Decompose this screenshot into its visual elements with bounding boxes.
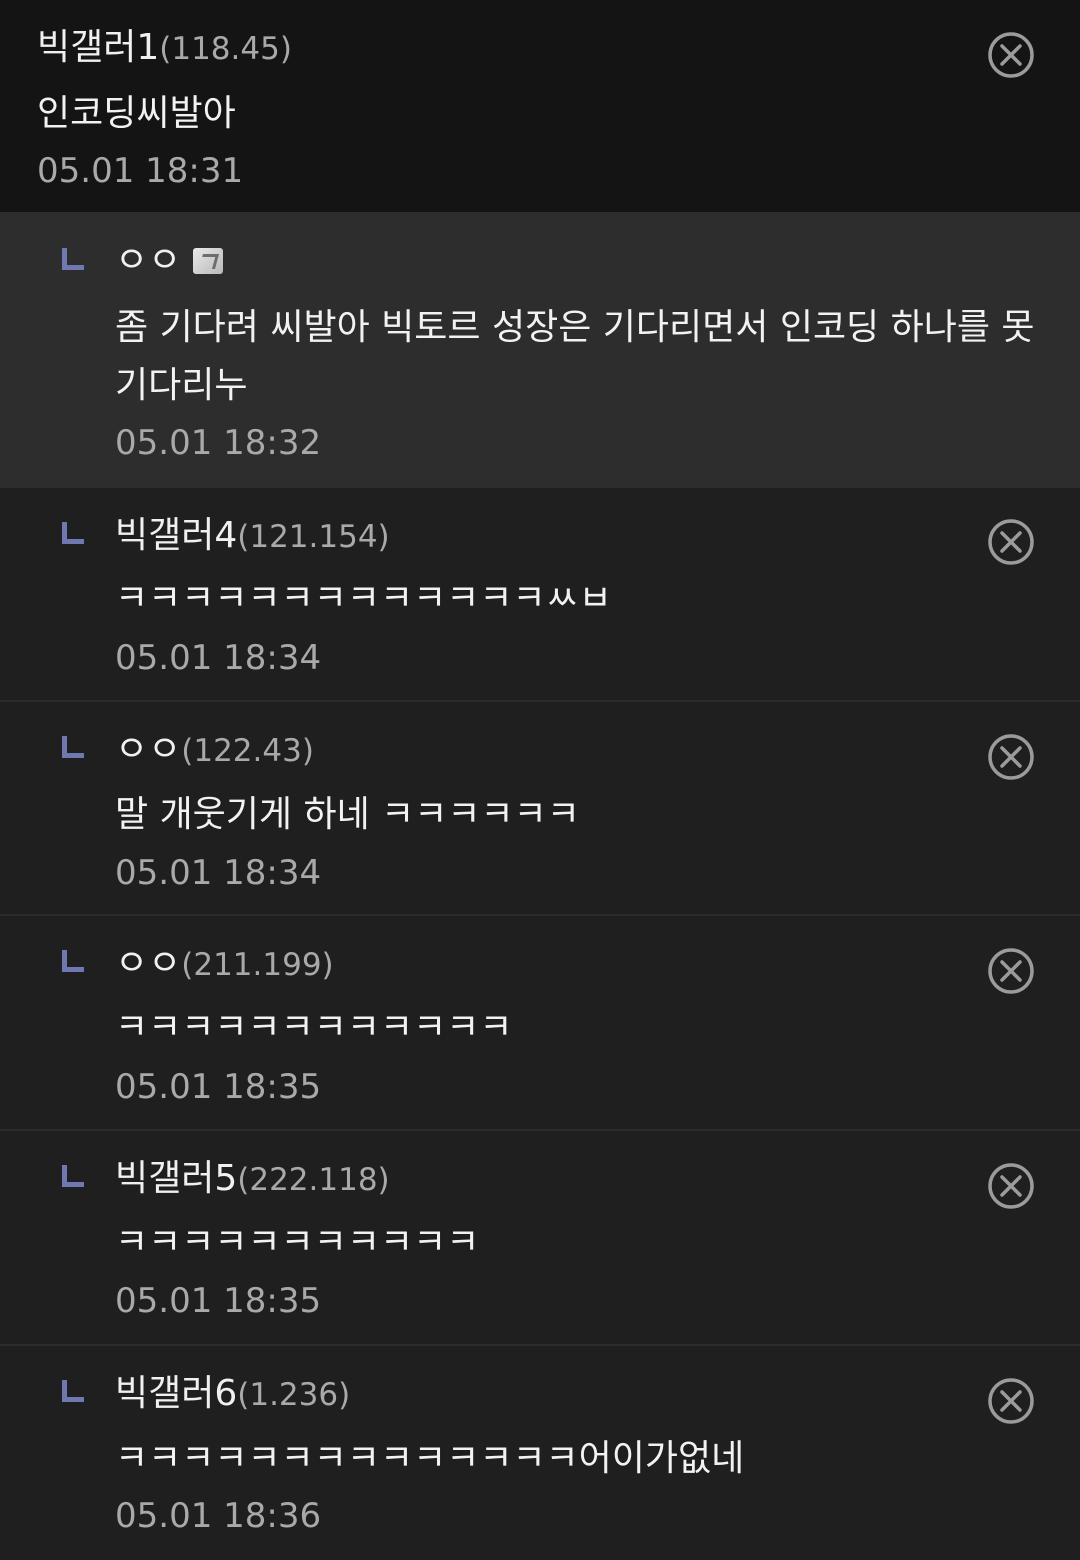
reply-arrow-icon (62, 950, 84, 972)
comment-author[interactable]: 빅갤러6(1.236) (115, 1372, 350, 1417)
comment-author[interactable]: 빅갤러1(118.45) (37, 26, 292, 71)
close-circle-icon (988, 948, 1034, 994)
delete-button[interactable] (987, 31, 1035, 79)
comment-author[interactable]: ㅇㅇ (115, 239, 224, 283)
author-ip: (118.45) (159, 31, 292, 67)
gallery-badge-icon (193, 248, 224, 274)
comment-item: 빅갤러1(118.45) 인코딩씨발아 05.01 18:31 (0, 0, 1080, 212)
reply-arrow-icon (62, 1380, 84, 1402)
author-nickname: 빅갤러4 (115, 515, 238, 556)
author-nickname: ㅇㅇ (115, 943, 182, 984)
comment-timestamp: 05.01 18:32 (115, 423, 322, 463)
comment-item: 빅갤러6(1.236) ㅋㅋㅋㅋㅋㅋㅋㅋㅋㅋㅋㅋㅋㅋ어이가없네 05.01 18… (0, 1346, 1080, 1560)
comment-text: 인코딩씨발아 (37, 93, 236, 134)
delete-button[interactable] (987, 518, 1035, 566)
comment-thread: 빅갤러1(118.45) 인코딩씨발아 05.01 18:31 ㅇㅇ 좀 기다려… (0, 0, 1080, 1560)
reply-arrow-icon (62, 522, 84, 544)
comment-text: ㅋㅋㅋㅋㅋㅋㅋㅋㅋㅋㅋㅋㅋㅋ어이가없네 (115, 1438, 745, 1479)
close-circle-icon (988, 32, 1034, 78)
close-circle-icon (988, 1163, 1034, 1209)
author-ip: (1.236) (237, 1377, 351, 1413)
close-circle-icon (988, 1378, 1034, 1424)
comment-timestamp: 05.01 18:35 (115, 1067, 322, 1107)
comment-timestamp: 05.01 18:31 (37, 151, 244, 191)
comment-author[interactable]: 빅갤러5(222.118) (115, 1157, 390, 1202)
comment-text: ㅋㅋㅋㅋㅋㅋㅋㅋㅋㅋㅋ (115, 1222, 480, 1263)
comment-author[interactable]: ㅇㅇ(211.199) (115, 942, 334, 987)
comment-author[interactable]: ㅇㅇ(122.43) (115, 728, 314, 773)
comment-item: 빅갤러5(222.118) ㅋㅋㅋㅋㅋㅋㅋㅋㅋㅋㅋ 05.01 18:35 (0, 1131, 1080, 1346)
close-circle-icon (988, 734, 1034, 780)
author-nickname: 빅갤러5 (115, 1158, 238, 1199)
author-ip: (122.43) (181, 733, 314, 769)
delete-button[interactable] (987, 733, 1035, 781)
reply-arrow-icon (62, 1165, 84, 1187)
author-ip: (211.199) (181, 947, 334, 983)
comment-author[interactable]: 빅갤러4(121.154) (115, 514, 390, 559)
comment-item: 빅갤러4(121.154) ㅋㅋㅋㅋㅋㅋㅋㅋㅋㅋㅋㅋㅋㅆㅂ 05.01 18:3… (0, 488, 1080, 702)
comment-item: ㅇㅇ 좀 기다려 씨발아 빅토르 성장은 기다리면서 인코딩 하나를 못 기다리… (0, 212, 1080, 488)
author-ip: (222.118) (237, 1162, 390, 1198)
close-circle-icon (988, 519, 1034, 565)
comment-text: 말 개웃기게 하네 ㅋㅋㅋㅋㅋㅋ (115, 794, 580, 835)
comment-text: 좀 기다려 씨발아 빅토르 성장은 기다리면서 인코딩 하나를 못 기다리누 (115, 307, 1035, 406)
author-nickname: 빅갤러6 (115, 1373, 238, 1414)
comment-timestamp: 05.01 18:35 (115, 1281, 322, 1321)
reply-arrow-icon (62, 248, 84, 270)
author-ip: (121.154) (237, 519, 390, 555)
author-nickname: ㅇㅇ (115, 729, 182, 770)
comment-text: ㅋㅋㅋㅋㅋㅋㅋㅋㅋㅋㅋㅋ (115, 1007, 513, 1048)
delete-button[interactable] (987, 1162, 1035, 1210)
author-nickname: 빅갤러1 (37, 27, 160, 68)
author-nickname: ㅇㅇ (115, 240, 182, 281)
comment-item: ㅇㅇ(122.43) 말 개웃기게 하네 ㅋㅋㅋㅋㅋㅋ 05.01 18:34 (0, 702, 1080, 916)
comment-timestamp: 05.01 18:36 (115, 1496, 322, 1536)
comment-timestamp: 05.01 18:34 (115, 638, 322, 678)
comment-item: ㅇㅇ(211.199) ㅋㅋㅋㅋㅋㅋㅋㅋㅋㅋㅋㅋ 05.01 18:35 (0, 916, 1080, 1131)
comment-timestamp: 05.01 18:34 (115, 853, 322, 893)
delete-button[interactable] (987, 947, 1035, 995)
comment-text: ㅋㅋㅋㅋㅋㅋㅋㅋㅋㅋㅋㅋㅋㅆㅂ (115, 578, 612, 619)
reply-arrow-icon (62, 736, 84, 758)
delete-button[interactable] (987, 1377, 1035, 1425)
